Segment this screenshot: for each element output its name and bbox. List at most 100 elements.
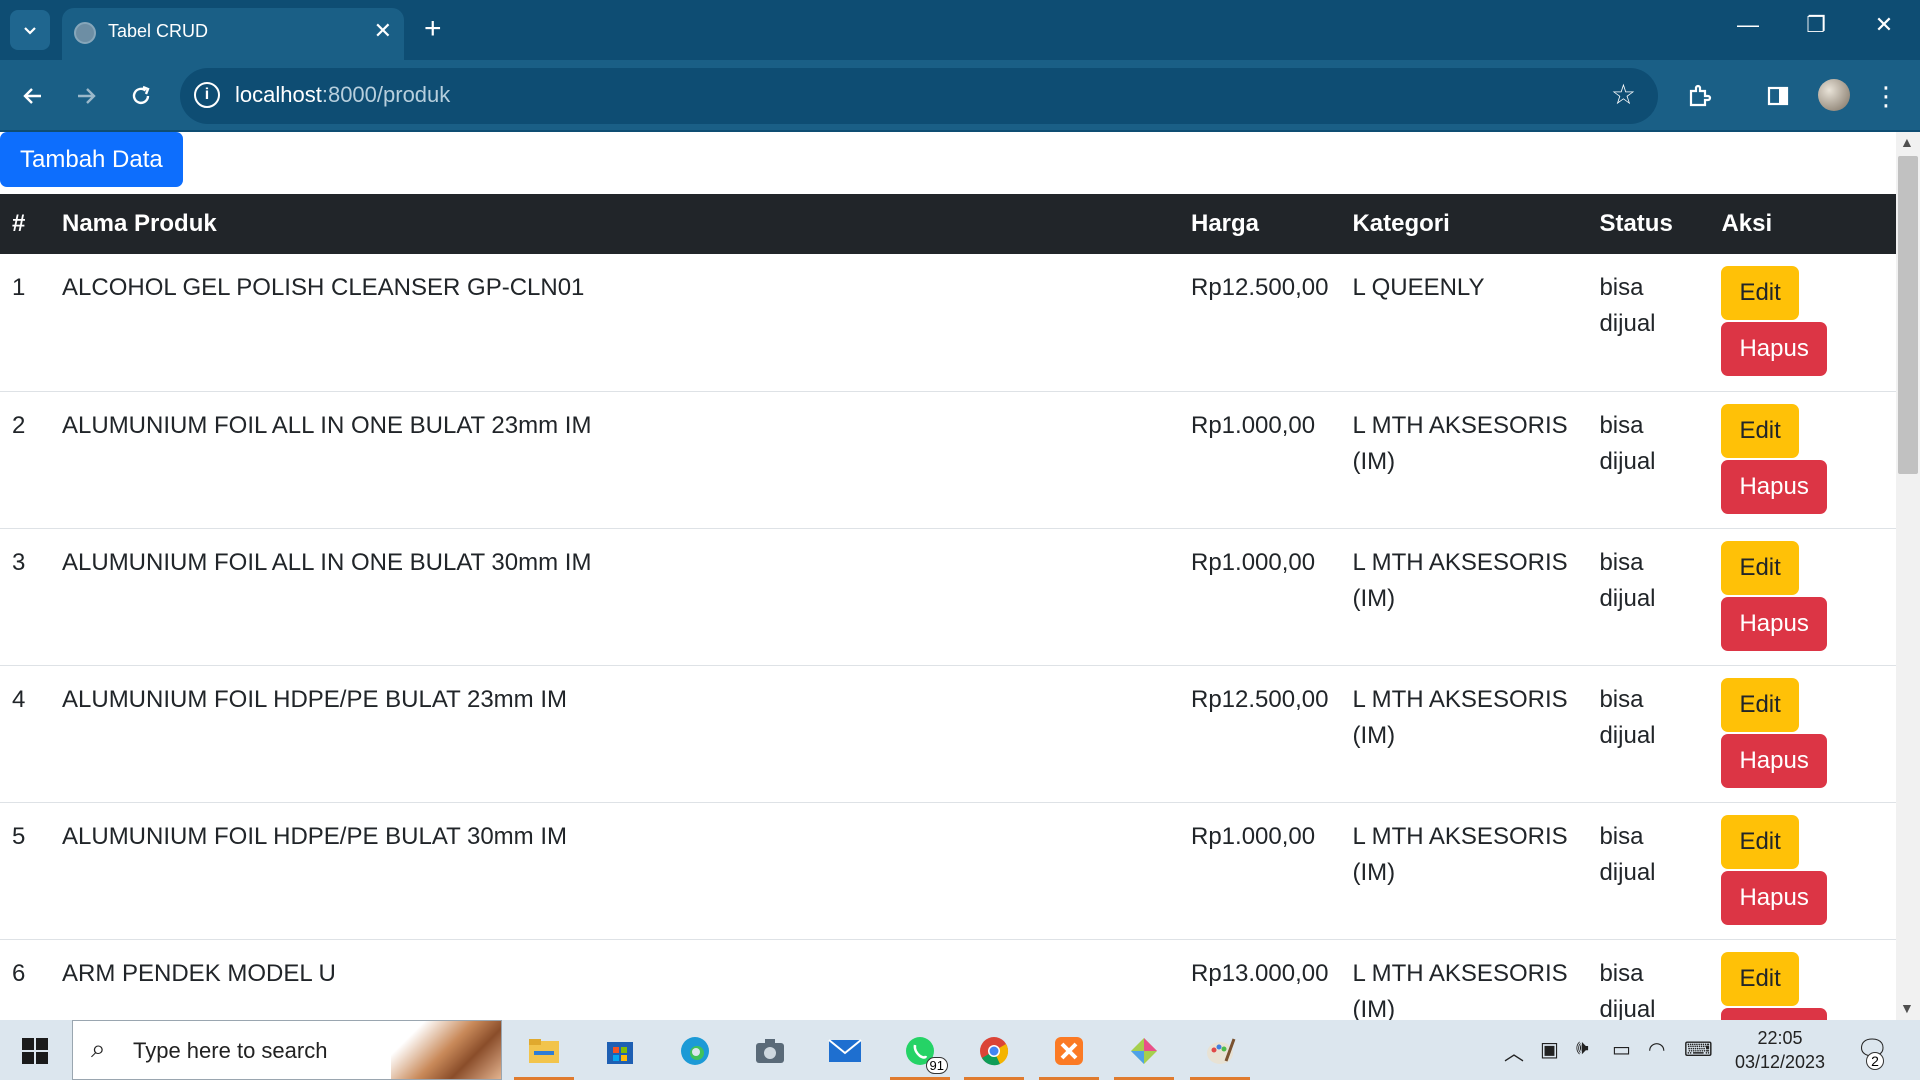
product-name: ALUMUNIUM FOIL ALL IN ONE BULAT 23mm IM — [50, 391, 1179, 529]
action-cell: Edit Hapus — [1709, 802, 1896, 940]
product-status: bisa dijual — [1587, 528, 1710, 666]
edit-button[interactable]: Edit — [1721, 266, 1799, 320]
microsoft-store-icon[interactable] — [590, 1026, 650, 1076]
delete-button[interactable]: Hapus — [1721, 733, 1827, 788]
row-number: 6 — [0, 939, 50, 1020]
column-header-price: Harga — [1179, 194, 1341, 254]
reload-icon[interactable] — [121, 76, 161, 116]
whatsapp-icon[interactable]: 91 — [890, 1026, 950, 1080]
row-number: 4 — [0, 665, 50, 803]
taskbar-search-box[interactable]: ⌕ Type here to search — [72, 1020, 502, 1080]
product-status: bisa dijual — [1587, 665, 1710, 803]
row-number: 2 — [0, 391, 50, 529]
scroll-up-icon[interactable]: ▲ — [1900, 134, 1914, 150]
delete-button[interactable]: Hapus — [1721, 459, 1827, 514]
back-icon[interactable] — [13, 76, 53, 116]
table-header-row: # Nama Produk Harga Kategori Status Aksi — [0, 194, 1896, 254]
add-data-button[interactable]: Tambah Data — [0, 132, 183, 187]
site-info-icon[interactable]: i — [194, 82, 220, 108]
browser-tab[interactable]: Tabel CRUD ✕ — [62, 8, 404, 60]
tab-close-icon[interactable]: ✕ — [374, 18, 392, 44]
edit-button[interactable]: Edit — [1721, 677, 1799, 732]
battery-icon[interactable]: ▭ — [1612, 1037, 1631, 1062]
taskbar-clock[interactable]: 22:05 03/12/2023 — [1730, 1026, 1830, 1074]
edit-button[interactable]: Edit — [1721, 403, 1799, 458]
product-status: bisa dijual — [1587, 391, 1710, 529]
new-tab-icon[interactable]: + — [424, 12, 442, 46]
meet-now-icon[interactable]: ▣ — [1540, 1037, 1559, 1062]
scroll-down-icon[interactable]: ▼ — [1900, 1000, 1914, 1016]
restore-icon[interactable]: ❐ — [1796, 12, 1836, 38]
edit-button[interactable]: Edit — [1721, 814, 1799, 869]
extensions-icon[interactable] — [1679, 76, 1719, 116]
action-cell: Edit Hapus — [1709, 254, 1896, 392]
delete-button[interactable]: Hapus — [1721, 1007, 1827, 1020]
show-hidden-icons-icon[interactable]: ︿ — [1504, 1037, 1524, 1066]
browser-toolbar: i localhost:8000/produk ☆ ⋮ — [0, 60, 1920, 130]
edge-browser-icon[interactable] — [665, 1026, 725, 1076]
delete-button[interactable]: Hapus — [1721, 322, 1827, 376]
clock-date: 03/12/2023 — [1734, 1052, 1826, 1072]
address-bar[interactable]: i localhost:8000/produk ☆ — [180, 68, 1658, 124]
row-number: 1 — [0, 254, 50, 392]
product-status: bisa dijual — [1587, 939, 1710, 1020]
search-highlight-image — [391, 1021, 501, 1079]
edit-button[interactable]: Edit — [1721, 540, 1799, 595]
table-row: 5 ALUMUNIUM FOIL HDPE/PE BULAT 30mm IM R… — [0, 802, 1896, 940]
windows-start-icon[interactable] — [22, 1038, 48, 1064]
camera-icon[interactable] — [740, 1026, 800, 1076]
xampp-icon[interactable] — [1039, 1026, 1099, 1080]
product-price: Rp1.000,00 — [1179, 802, 1341, 940]
git-tool-icon[interactable] — [1114, 1026, 1174, 1080]
tab-title: Tabel CRUD — [108, 21, 209, 41]
row-number: 3 — [0, 528, 50, 666]
chevron-down-icon — [24, 27, 36, 35]
delete-button[interactable]: Hapus — [1721, 870, 1827, 925]
globe-icon — [74, 22, 96, 44]
volume-icon[interactable]: 🕪 — [1576, 1037, 1589, 1060]
mail-icon[interactable] — [815, 1026, 875, 1076]
chrome-icon[interactable] — [964, 1026, 1024, 1080]
profile-avatar[interactable] — [1818, 79, 1850, 111]
paint-icon[interactable] — [1190, 1026, 1250, 1080]
product-table: # Nama Produk Harga Kategori Status Aksi… — [0, 194, 1896, 1020]
action-cell: Edit Hapus — [1709, 665, 1896, 803]
product-status: bisa dijual — [1587, 254, 1710, 392]
browser-titlebar: Tabel CRUD ✕ + — ❐ ✕ — [0, 0, 1920, 60]
table-row: 4 ALUMUNIUM FOIL HDPE/PE BULAT 23mm IM R… — [0, 665, 1896, 803]
url-text: localhost:8000/produk — [235, 82, 451, 107]
action-cell: Edit Hapus — [1709, 528, 1896, 666]
action-cell: Edit Hapus — [1709, 391, 1896, 529]
delete-button[interactable]: Hapus — [1721, 596, 1827, 651]
forward-icon[interactable] — [66, 76, 106, 116]
page-content: Tambah Data # Nama Produk Harga Kategori… — [0, 132, 1896, 1020]
edit-button[interactable]: Edit — [1721, 951, 1799, 1006]
tab-search-button[interactable] — [10, 10, 50, 50]
file-explorer-icon[interactable] — [514, 1026, 574, 1080]
bookmark-star-icon[interactable]: ☆ — [1611, 78, 1636, 111]
product-category: L MTH AKSESORIS (IM) — [1340, 939, 1588, 1020]
more-menu-icon[interactable]: ⋮ — [1866, 76, 1906, 116]
table-row: 3 ALUMUNIUM FOIL ALL IN ONE BULAT 30mm I… — [0, 528, 1896, 666]
search-icon: ⌕ — [91, 1033, 106, 1063]
product-price: Rp12.500,00 — [1179, 665, 1341, 803]
product-price: Rp13.000,00 — [1179, 939, 1341, 1020]
product-price: Rp1.000,00 — [1179, 391, 1341, 529]
window-close-icon[interactable]: ✕ — [1864, 12, 1904, 38]
wifi-icon[interactable]: ◠ — [1648, 1037, 1665, 1062]
scrollbar-thumb[interactable] — [1898, 156, 1918, 474]
product-name: ALCOHOL GEL POLISH CLEANSER GP-CLN01 — [50, 254, 1179, 392]
column-header-status: Status — [1587, 194, 1710, 254]
product-category: L MTH AKSESORIS (IM) — [1340, 802, 1588, 940]
product-price: Rp1.000,00 — [1179, 528, 1341, 666]
product-name: ALUMUNIUM FOIL HDPE/PE BULAT 23mm IM — [50, 665, 1179, 803]
whatsapp-badge: 91 — [925, 1057, 948, 1074]
column-header-number: # — [0, 194, 50, 254]
minimize-icon[interactable]: — — [1728, 12, 1768, 38]
keyboard-icon[interactable]: ⌨ — [1684, 1037, 1713, 1062]
search-placeholder: Type here to search — [133, 1038, 328, 1063]
product-category: L QUEENLY — [1340, 254, 1588, 392]
side-panel-icon[interactable] — [1758, 76, 1798, 116]
column-header-name: Nama Produk — [50, 194, 1179, 254]
clock-time: 22:05 — [1757, 1028, 1803, 1048]
